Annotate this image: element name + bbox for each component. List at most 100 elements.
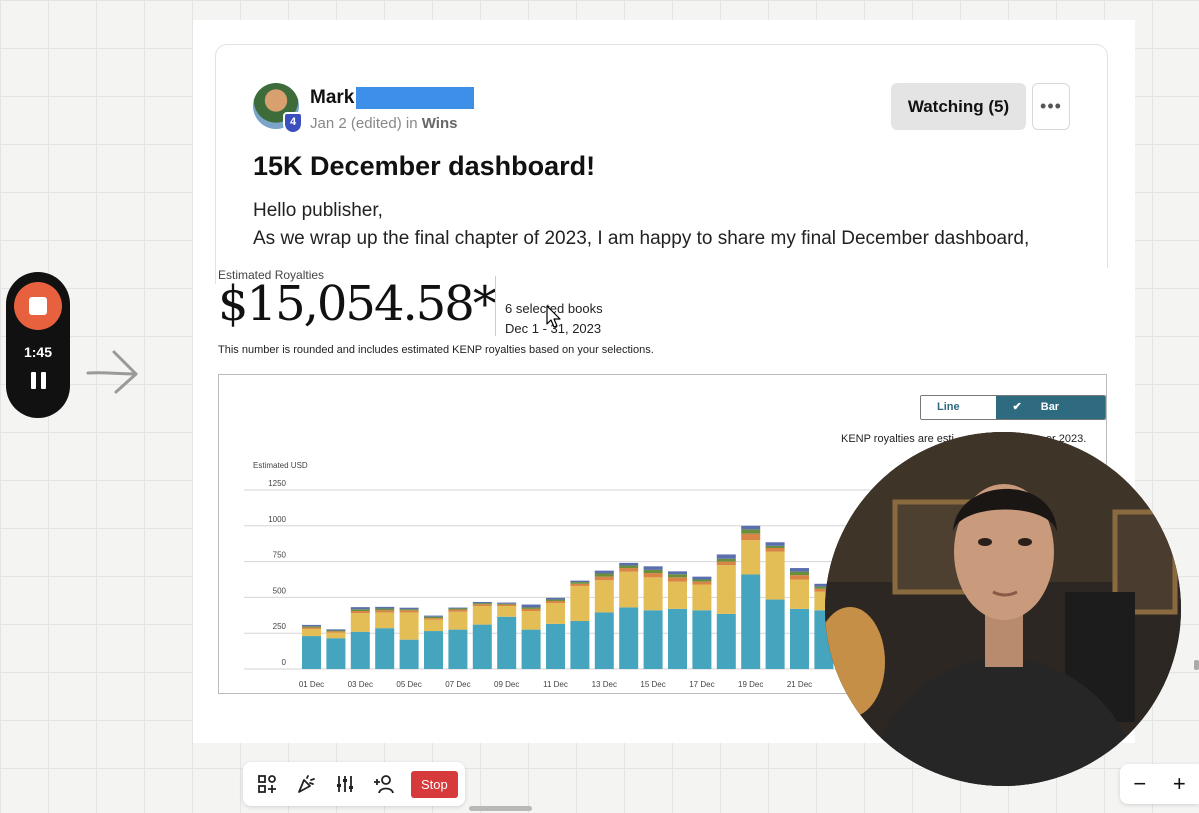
add-person-icon [373,775,394,794]
x-tick-label: 09 Dec [494,680,519,689]
y-tick-label: 250 [273,622,287,631]
y-tick-label: 0 [282,658,287,667]
bar-segment [570,580,590,583]
bar-segment [448,611,468,630]
stop-icon [29,297,47,315]
bar-segment [302,636,321,669]
bar-segment [521,608,541,612]
bar-segment [350,611,370,614]
x-tick-label: 11 Dec [543,680,568,689]
avatar[interactable]: 4 [253,83,303,134]
bottom-toolbar: Stop [243,762,465,806]
x-tick-label: 01 Dec [299,680,324,689]
bar-segment [399,639,419,669]
bar-segment [497,604,517,606]
bar-segment [350,609,370,612]
bar-segment [570,621,590,669]
x-tick-label: 17 Dec [689,680,714,689]
stop-button[interactable]: Stop [411,770,458,798]
bar-segment [302,628,321,637]
bar-segment [790,571,809,576]
bar-segment [521,604,541,608]
bar-segment [497,602,517,604]
bar-segment [424,619,443,632]
bar-segment [643,610,663,669]
zoom-in-button[interactable]: + [1173,771,1186,797]
bar-segment [521,607,541,609]
bar-segment [716,613,736,669]
level-badge: 4 [283,112,303,134]
bar-segment [326,632,346,639]
in-label: in [405,115,418,132]
watching-button[interactable]: Watching (5) [891,83,1026,130]
bar-segment [399,609,419,611]
bar-segment [619,562,639,566]
bar-segment [790,575,809,580]
bar-segment [643,569,663,574]
bar-segment [424,618,443,620]
bar-segment [619,568,639,572]
bar-segment [375,628,395,669]
bar-segment [741,540,761,575]
bar-segment [692,610,712,669]
invite-user-button[interactable] [368,769,399,800]
bar-segment [302,626,321,628]
bar-segment [546,623,565,669]
bar-segment [692,581,712,585]
bar-segment [521,611,541,630]
bar-segment [716,561,736,566]
bar-segment [692,579,712,582]
bar-segment [448,629,468,669]
adjust-settings-button[interactable] [329,769,360,800]
bar-segment [546,599,565,601]
y-tick-label: 750 [273,551,287,560]
horizontal-scrollbar[interactable] [469,806,532,811]
shapes-icon [257,775,276,793]
bar-segment [424,615,443,617]
x-tick-label: 13 Dec [592,680,617,689]
pause-button[interactable] [28,372,48,392]
bar-segment [472,605,492,625]
bar-segment [668,574,687,578]
bar-segment [448,607,468,609]
stop-recording-button[interactable] [14,282,62,330]
bar-segment [741,525,761,530]
community-post: 4 Mark Jan 2 (edited) in Wins Watching (… [215,44,1108,284]
side-scroll-handle[interactable] [1194,660,1199,670]
y-tick-label: 1250 [268,479,286,488]
post-category[interactable]: Wins [422,115,458,132]
post-meta: Jan 2 (edited) in Wins [310,115,457,132]
bar-segment [594,576,614,581]
bar-segment [668,581,687,609]
y-tick-label: 500 [273,586,287,595]
bar-segment [692,576,712,580]
bar-segment [497,605,517,617]
bar-segment [546,603,565,624]
more-options-button[interactable]: ••• [1032,83,1070,130]
bar-segment [399,607,419,610]
bar-segment [424,631,443,669]
bar-segment [643,566,663,570]
celebrate-button[interactable] [290,769,321,800]
add-shapes-button[interactable] [251,769,282,800]
bar-segment [594,573,614,577]
divider [495,276,496,336]
post-body-line: As we wrap up the final chapter of 2023,… [253,228,1030,249]
bar-segment [375,608,395,611]
post-title: 15K December dashboard! [253,151,596,181]
bar-segment [765,547,785,552]
bar-segment [570,582,590,584]
bar-segment [741,529,761,534]
bar-segment [643,573,663,578]
bar-segment [716,558,736,562]
author-name[interactable]: Mark [310,87,354,109]
zoom-out-button[interactable]: − [1133,771,1146,797]
bar-segment [472,604,492,606]
bar-segment [692,584,712,611]
bar-segment [350,607,370,610]
bar-segment [497,616,517,669]
y-tick-label: 1000 [268,515,286,524]
royalties-amount: $15,054.58* [218,276,497,332]
bar-segment [326,631,346,633]
recording-timer: 1:45 [23,344,53,360]
